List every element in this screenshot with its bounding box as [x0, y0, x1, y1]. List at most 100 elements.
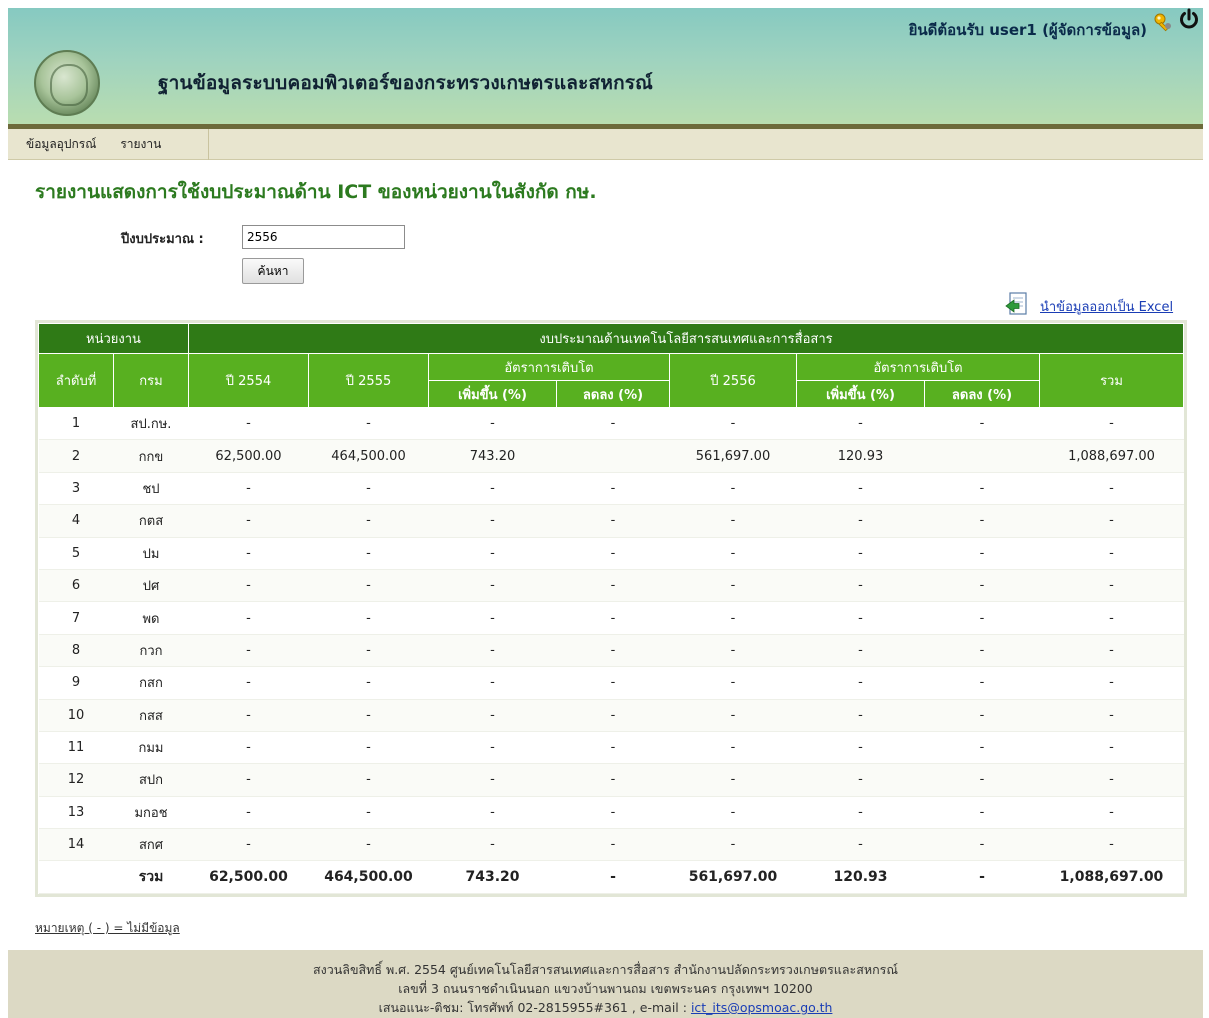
menu-item-reports[interactable]: รายงาน [108, 135, 173, 154]
cell-inc1: 743.20 [428, 439, 557, 473]
search-button[interactable]: ค้นหา [242, 258, 304, 284]
budget-table: หน่วยงาน งบประมาณด้านเทคโนโลยีสารสนเทศแล… [35, 320, 1187, 897]
cell-total: - [1039, 569, 1184, 603]
cell-y2556: - [669, 796, 797, 830]
cell-no: 5 [38, 537, 114, 570]
note-text: หมายเหตุ ( - ) = ไม่มีข้อมูล [35, 921, 180, 935]
fiscal-year-input[interactable] [242, 225, 405, 249]
total-cell-dec1: - [556, 860, 670, 894]
cell-total: - [1039, 828, 1184, 862]
cell-y2555: - [308, 634, 429, 668]
col-year-2555: ปี 2555 [308, 353, 429, 408]
cell-y2554: - [188, 699, 309, 732]
cell-inc2: - [796, 763, 925, 797]
cell-dept: ชป [113, 472, 189, 506]
key-icon[interactable] [1153, 12, 1173, 32]
cell-dec1: - [556, 666, 670, 700]
cell-total: - [1039, 504, 1184, 538]
table-row: 2 กกข 62,500.00 464,500.00 743.20 561,697.00 1… [38, 439, 1184, 473]
cell-total: - [1039, 601, 1184, 635]
cell-dept: สปก [113, 763, 189, 797]
cell-inc1: - [428, 569, 557, 603]
cell-inc2: - [796, 407, 925, 441]
cell-dec1: - [556, 407, 670, 441]
cell-dept: กมม [113, 731, 189, 765]
ministry-logo [34, 50, 100, 116]
excel-export-icon[interactable] [1005, 292, 1027, 316]
cell-y2556: - [669, 601, 797, 635]
cell-inc2: - [796, 634, 925, 668]
cell-y2555: - [308, 699, 429, 732]
cell-inc2: - [796, 666, 925, 700]
col-decrease-1: ลดลง (%) [556, 380, 670, 408]
col-dept: กรม [113, 353, 189, 408]
welcome-text: ยินดีต้อนรับ user1 (ผู้จัดการข้อมูล) [908, 21, 1147, 39]
total-cell-y2555: 464,500.00 [308, 860, 429, 894]
footer-address: เลขที่ 3 ถนนราชดำเนินนอก แขวงบ้านพานถม เ… [398, 981, 813, 996]
cell-dec2: - [924, 569, 1040, 603]
cell-y2554: 62,500.00 [188, 439, 309, 473]
col-year-2556: ปี 2556 [669, 353, 797, 408]
cell-dept: กตส [113, 504, 189, 538]
cell-dec1: - [556, 504, 670, 538]
cell-no: 13 [38, 796, 114, 830]
table-row: 8 กวก - - - - - - - - [38, 634, 1184, 668]
cell-dec2: - [924, 537, 1040, 570]
cell-dec1: - [556, 569, 670, 603]
fiscal-year-label: ปีงบประมาณ : [121, 232, 204, 247]
cell-dec1: - [556, 472, 670, 506]
col-total: รวม [1039, 353, 1184, 408]
site-header: ฐานข้อมูลระบบคอมพิวเตอร์ของกระทรวงเกษตรแ… [8, 8, 1203, 124]
cell-y2555: - [308, 731, 429, 765]
cell-y2554: - [188, 407, 309, 441]
cell-y2555: - [308, 763, 429, 797]
cell-y2554: - [188, 666, 309, 700]
cell-y2554: - [188, 731, 309, 765]
cell-dept: มกอช [113, 796, 189, 830]
cell-y2555: - [308, 472, 429, 506]
col-no: ลำดับที่ [38, 353, 114, 408]
cell-dec2: - [924, 699, 1040, 732]
cell-no: 14 [38, 828, 114, 862]
cell-dec2: - [924, 407, 1040, 441]
cell-inc1: - [428, 763, 557, 797]
cell-y2554: - [188, 763, 309, 797]
cell-inc2: - [796, 601, 925, 635]
cell-total: - [1039, 634, 1184, 668]
cell-y2554: - [188, 504, 309, 538]
cell-inc2: - [796, 472, 925, 506]
site-footer: สงวนลิขสิทธิ์ พ.ศ. 2554 ศูนย์เทคโนโลยีสา… [8, 950, 1203, 1018]
table-total-row: รวม 62,500.00 464,500.00 743.20-561,697.00 1… [38, 860, 1184, 894]
total-cell-no [38, 860, 114, 894]
cell-y2555: - [308, 504, 429, 538]
total-cell-total: 1,088,697.00 [1039, 860, 1184, 894]
header-unit: หน่วยงาน [38, 323, 189, 354]
cell-no: 2 [38, 439, 114, 473]
table-row: 10 กสส - - - - - - - - [38, 699, 1184, 732]
cell-y2555: 464,500.00 [308, 439, 429, 473]
export-excel-link[interactable]: นำข้อมูลออกเป็น Excel [1040, 296, 1173, 317]
cell-dept: สกศ [113, 828, 189, 862]
cell-inc1: - [428, 504, 557, 538]
footer-email-link[interactable]: ict_its@opsmoac.go.th [691, 1000, 832, 1015]
table-row: 7 พด - - - - - - - - [38, 601, 1184, 635]
cell-y2556: - [669, 666, 797, 700]
cell-dec1 [556, 439, 670, 473]
menu-item-equipment[interactable]: ข้อมูลอุปกรณ์ [14, 135, 108, 154]
cell-inc1: - [428, 472, 557, 506]
footer-contact-text: เสนอแนะ-ติชม: โทรศัพท์ 02-2815955#361 , … [378, 1000, 687, 1015]
logout-power-icon[interactable] [1178, 8, 1200, 30]
total-cell-y2554: 62,500.00 [188, 860, 309, 894]
cell-no: 10 [38, 699, 114, 732]
cell-dec1: - [556, 634, 670, 668]
cell-inc2: - [796, 504, 925, 538]
footer-contact: เสนอแนะ-ติชม: โทรศัพท์ 02-2815955#361 , … [8, 998, 1203, 1017]
cell-inc1: - [428, 828, 557, 862]
cell-no: 12 [38, 763, 114, 797]
cell-total: - [1039, 537, 1184, 570]
cell-no: 3 [38, 472, 114, 506]
cell-dept: กสก [113, 666, 189, 700]
cell-dept: ปศ [113, 569, 189, 603]
cell-y2556: - [669, 731, 797, 765]
cell-dec1: - [556, 537, 670, 570]
